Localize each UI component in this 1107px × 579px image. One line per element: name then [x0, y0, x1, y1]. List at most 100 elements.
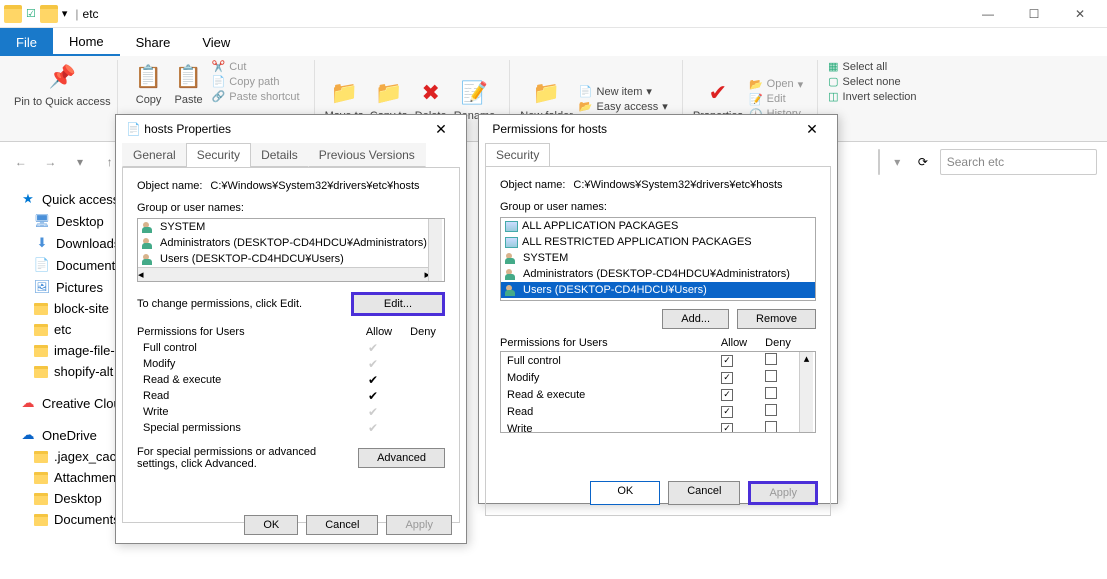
allow-checkbox[interactable]: ✓ — [705, 405, 749, 418]
cancel-button[interactable]: Cancel — [668, 481, 740, 505]
documents-icon: 📄 — [34, 257, 50, 273]
close-button[interactable]: ✕ — [1057, 0, 1103, 28]
qat-dropdown-icon[interactable]: ▾ — [62, 7, 68, 20]
perm-row: Write ✔ — [137, 404, 445, 420]
select-all-icon: ▦ — [828, 60, 838, 73]
tab-previous-versions[interactable]: Previous Versions — [308, 143, 426, 167]
select-all-button[interactable]: ▦Select all — [828, 60, 916, 73]
download-icon: ⬇ — [34, 235, 50, 251]
allow-checkbox[interactable]: ✓ — [705, 354, 749, 367]
list-item[interactable]: ALL APPLICATION PACKAGES — [501, 218, 815, 234]
tab-row: General Security Details Previous Versio… — [116, 143, 466, 167]
add-button[interactable]: Add... — [662, 309, 729, 329]
dialog-titlebar[interactable]: Permissions for hosts ✕ — [479, 115, 837, 143]
tab-row: Security — [479, 143, 837, 166]
user-icon — [142, 222, 156, 233]
tab-security[interactable]: Security — [485, 143, 550, 166]
copy-button[interactable]: 📋 Copy — [132, 60, 166, 106]
move-icon: 📁 — [327, 76, 361, 110]
allow-check: ✔ — [351, 389, 395, 403]
back-button[interactable]: ← — [10, 151, 32, 173]
dropdown-icon[interactable]: ▾ — [888, 155, 906, 169]
address-bar[interactable] — [878, 149, 880, 175]
window-titlebar: ☑ ▾ | etc — ☐ ✕ — [0, 0, 1107, 28]
pin-group[interactable]: 📌 Pin to Quick access — [8, 60, 118, 138]
scrollbar-horizontal[interactable]: ◂▸ — [138, 267, 430, 281]
tab-details[interactable]: Details — [250, 143, 309, 167]
deny-checkbox[interactable] — [749, 370, 793, 385]
paste-shortcut-button[interactable]: 🔗Paste shortcut — [212, 90, 300, 103]
user-icon — [142, 238, 156, 249]
new-item-button[interactable]: 📄New item ▾ — [579, 85, 668, 98]
advanced-button[interactable]: Advanced — [358, 448, 445, 468]
close-button[interactable]: ✕ — [426, 121, 456, 138]
search-input[interactable]: Search etc — [940, 149, 1097, 175]
remove-button[interactable]: Remove — [737, 309, 816, 329]
history-dropdown[interactable]: ▾ — [69, 151, 91, 173]
ribbon-tabs: File Home Share View — [0, 28, 1107, 56]
ok-button[interactable]: OK — [244, 515, 298, 535]
deny-checkbox[interactable] — [749, 404, 793, 419]
cut-button[interactable]: ✂️Cut — [212, 60, 300, 73]
copy-path-button[interactable]: 📄Copy path — [212, 75, 300, 88]
list-item[interactable]: SYSTEM — [501, 250, 815, 266]
ok-button[interactable]: OK — [590, 481, 660, 505]
list-item[interactable]: ALL RESTRICTED APPLICATION PACKAGES — [501, 234, 815, 250]
perm-name: Full control — [507, 355, 705, 367]
group-user-list[interactable]: SYSTEM Administrators (DESKTOP-CD4HDCU¥A… — [137, 218, 445, 282]
change-permissions-hint: To change permissions, click Edit. — [137, 298, 351, 310]
permissions-dialog: Permissions for hosts ✕ Security Object … — [478, 114, 838, 504]
deny-checkbox[interactable] — [749, 421, 793, 433]
invert-selection-button[interactable]: ◫Invert selection — [828, 90, 916, 103]
allow-checkbox[interactable]: ✓ — [705, 422, 749, 433]
list-item[interactable]: Administrators (DESKTOP-CD4HDCU¥Administ… — [501, 266, 815, 282]
perm-row: Read & execute ✔ — [137, 372, 445, 388]
edit-button[interactable]: Edit... — [351, 292, 445, 316]
apply-button[interactable]: Apply — [386, 515, 452, 535]
folder-icon — [34, 345, 48, 357]
allow-checkbox[interactable]: ✓ — [705, 371, 749, 384]
file-icon: 📄 — [126, 122, 141, 136]
select-none-button[interactable]: ▢Select none — [828, 75, 916, 88]
dialog-titlebar[interactable]: 📄 hosts Properties ✕ — [116, 115, 466, 143]
tab-general[interactable]: General — [122, 143, 187, 167]
refresh-button[interactable]: ⟳ — [914, 155, 932, 169]
scrollbar-vertical[interactable] — [428, 219, 442, 281]
open-button[interactable]: 📂Open ▾ — [749, 78, 803, 91]
maximize-button[interactable]: ☐ — [1011, 0, 1057, 28]
easy-access-icon: 📂 — [579, 100, 593, 113]
allow-checkbox[interactable]: ✓ — [705, 388, 749, 401]
perm-name: Read & execute — [507, 389, 705, 401]
permissions-label: Permissions for Users — [500, 337, 712, 349]
user-icon — [505, 269, 519, 280]
easy-access-button[interactable]: 📂Easy access ▾ — [579, 100, 668, 113]
folder-icon — [34, 451, 48, 463]
allow-check: ✔ — [351, 421, 395, 435]
tab-share[interactable]: Share — [120, 28, 187, 56]
allow-check: ✔ — [351, 405, 395, 419]
object-name-label: Object name: — [137, 180, 202, 192]
perm-name: Read & execute — [143, 374, 351, 386]
apply-button[interactable]: Apply — [748, 481, 818, 505]
minimize-button[interactable]: — — [965, 0, 1011, 28]
advanced-hint: For special permissions or advanced sett… — [137, 446, 358, 470]
tab-home[interactable]: Home — [53, 28, 120, 56]
forward-button[interactable]: → — [40, 151, 62, 173]
tab-file[interactable]: File — [0, 28, 53, 56]
permissions-label: Permissions for Users — [137, 326, 357, 338]
deny-checkbox[interactable] — [749, 387, 793, 402]
scrollbar-vertical[interactable]: ▴ — [799, 352, 813, 432]
tab-security[interactable]: Security — [186, 143, 251, 167]
list-item: SYSTEM — [138, 219, 444, 235]
edit-button[interactable]: 📝Edit — [749, 93, 803, 106]
qat-save-icon[interactable]: ☑ — [26, 7, 36, 20]
tab-view[interactable]: View — [186, 28, 246, 56]
list-item[interactable]: Users (DESKTOP-CD4HDCU¥Users) — [501, 282, 815, 298]
group-user-list[interactable]: ALL APPLICATION PACKAGESALL RESTRICTED A… — [500, 217, 816, 301]
deny-checkbox[interactable] — [749, 353, 793, 368]
dialog-title: hosts Properties — [144, 122, 231, 136]
close-button[interactable]: ✕ — [797, 121, 827, 138]
cancel-button[interactable]: Cancel — [306, 515, 378, 535]
paste-button[interactable]: 📋 Paste — [172, 60, 206, 106]
properties-icon: ✔ — [701, 76, 735, 110]
